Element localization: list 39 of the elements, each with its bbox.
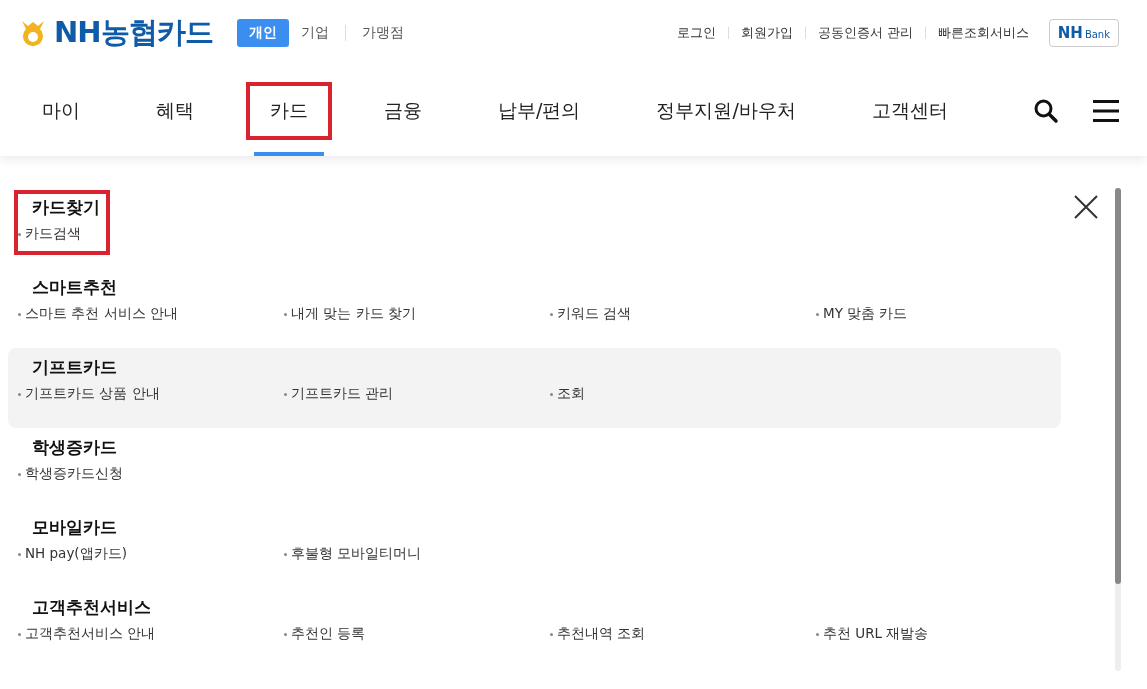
utility-link[interactable]: 회원가입: [728, 24, 805, 42]
close-icon[interactable]: [1073, 194, 1099, 220]
nav-tab[interactable]: 금융: [360, 66, 446, 156]
menu-link[interactable]: 카드검색: [18, 225, 81, 243]
nav-tab[interactable]: 고객센터: [847, 66, 972, 156]
menu-link[interactable]: MY 맞춤 카드: [816, 305, 908, 323]
section-title: 기프트카드: [32, 356, 118, 379]
nav-tab[interactable]: 마이: [18, 66, 104, 156]
nav-tab[interactable]: 정부지원/바우처: [632, 66, 820, 156]
menu-link[interactable]: 추천인 등록: [284, 625, 550, 643]
menu-link[interactable]: 기프트카드 관리: [284, 385, 550, 403]
utility-link[interactable]: 빠른조회서비스: [925, 24, 1041, 42]
section-title: 학생증카드: [32, 436, 118, 459]
utility-link[interactable]: 공동인증서 관리: [805, 24, 925, 42]
menu-link[interactable]: 고객추천서비스 안내: [18, 625, 284, 643]
segment-tab[interactable]: 기업: [288, 19, 341, 47]
menu-icon[interactable]: [1093, 100, 1119, 122]
menu-link[interactable]: 후불형 모바일티머니: [284, 545, 422, 563]
section-title: 고객추천서비스: [32, 596, 152, 619]
menu-link[interactable]: 학생증카드신청: [18, 465, 123, 483]
menu-link[interactable]: 키워드 검색: [550, 305, 816, 323]
menu-link[interactable]: 기프트카드 상품 안내: [18, 385, 284, 403]
utility-link[interactable]: 로그인: [664, 24, 728, 42]
section-title: 스마트추천: [32, 276, 118, 299]
menu-link[interactable]: 추천내역 조회: [550, 625, 816, 643]
menu-link[interactable]: 조회: [550, 385, 585, 403]
section-title: 카드찾기: [32, 196, 100, 219]
menu-link[interactable]: 내게 맞는 카드 찾기: [284, 305, 550, 323]
menu-link[interactable]: 스마트 추천 서비스 안내: [18, 305, 284, 323]
scrollbar-thumb[interactable]: [1115, 188, 1121, 585]
menu-link[interactable]: NH pay(앱카드): [18, 545, 284, 563]
menu-link[interactable]: 추천 URL 재발송: [816, 625, 929, 643]
nav-tab[interactable]: 납부/편의: [474, 66, 605, 156]
bank-button[interactable]: NH Bank: [1048, 19, 1119, 47]
section-title: 모바일카드: [32, 516, 118, 539]
segment-tab[interactable]: 가맹점: [349, 19, 416, 47]
logo-text[interactable]: NH농협카드: [54, 13, 213, 53]
search-icon[interactable]: [1033, 98, 1059, 124]
nav-tab[interactable]: 혜택: [132, 66, 218, 156]
